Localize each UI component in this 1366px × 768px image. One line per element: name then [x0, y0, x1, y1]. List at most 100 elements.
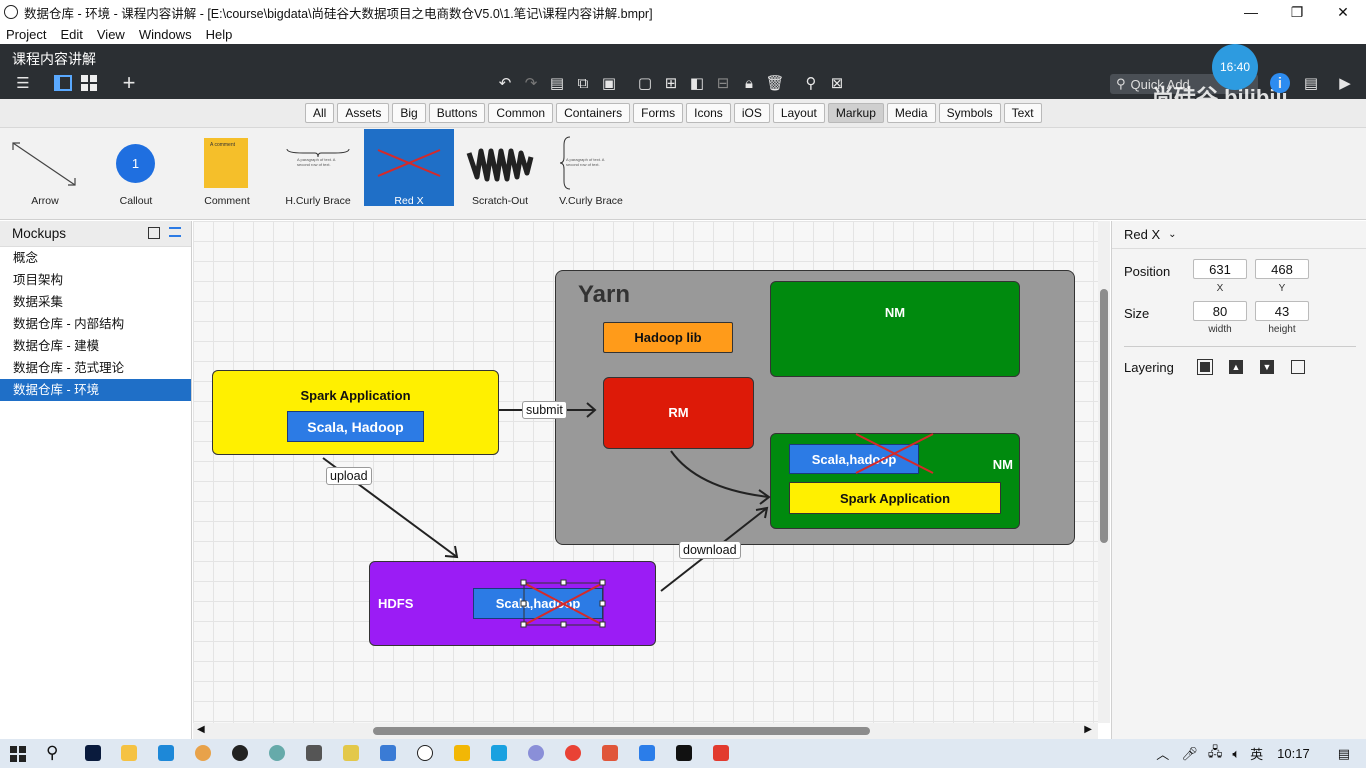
library-item-callout[interactable]: 1 Callout — [91, 129, 181, 207]
app-icon[interactable] — [454, 745, 470, 761]
filter-tab-media[interactable]: Media — [886, 103, 936, 123]
download-label[interactable]: download — [679, 541, 741, 559]
list-view-icon[interactable] — [169, 227, 181, 237]
restore-button[interactable]: ❐ — [1274, 0, 1320, 24]
library-item-comment[interactable]: A comment Comment — [182, 129, 272, 207]
chevron-up-icon[interactable]: ︿ — [1156, 744, 1169, 763]
app-icon[interactable] — [380, 745, 396, 761]
square-view-icon[interactable] — [148, 227, 160, 239]
filter-tab-symbols[interactable]: Symbols — [938, 103, 1001, 123]
app-icon[interactable] — [528, 745, 544, 761]
app-icon[interactable] — [232, 745, 248, 761]
size-width-field[interactable]: 80 — [1193, 301, 1247, 321]
paste-icon[interactable]: ▣ — [598, 72, 620, 94]
send-to-back-icon[interactable] — [1291, 360, 1305, 374]
wps-icon[interactable] — [713, 745, 729, 761]
mockup-canvas[interactable]: Yarn Hadoop lib NM RM NM Scala,hadoop Sp… — [193, 221, 1098, 723]
menu-help[interactable]: Help — [206, 27, 233, 42]
intellij-icon[interactable] — [676, 745, 692, 761]
filter-tab-forms[interactable]: Forms — [633, 103, 684, 123]
nm-scala-hadoop-button[interactable]: Scala,hadoop — [789, 444, 919, 474]
canvas-vertical-scrollbar[interactable] — [1098, 221, 1110, 723]
filter-tab-buttons[interactable]: Buttons — [428, 103, 486, 123]
taskbar-clock[interactable]: 10:17 — [1277, 746, 1310, 761]
notification-icon[interactable]: ▤ — [1338, 746, 1350, 762]
close-button[interactable]: ✕ — [1320, 0, 1366, 24]
chrome-icon[interactable] — [565, 745, 581, 761]
menu-view[interactable]: View — [97, 27, 125, 42]
position-x-field[interactable]: 631 — [1193, 259, 1247, 279]
filter-tab-text[interactable]: Text — [1003, 103, 1042, 123]
search-icon[interactable]: ⚲ — [46, 743, 58, 763]
mockup-item-selected[interactable]: 数据仓库 - 环境 — [0, 379, 191, 401]
filter-tab-icons[interactable]: Icons — [686, 103, 731, 123]
nm-top-box[interactable]: NM — [770, 281, 1020, 377]
bring-forward-icon[interactable]: ▲ — [1229, 360, 1243, 374]
mockup-item[interactable]: 数据采集 — [0, 291, 191, 313]
mockup-item[interactable]: 数据仓库 - 建模 — [0, 335, 191, 357]
scroll-left-icon[interactable]: ◀ — [197, 724, 205, 735]
filter-tab-layout[interactable]: Layout — [772, 103, 825, 123]
app-icon[interactable] — [195, 745, 211, 761]
windows-start-icon[interactable] — [10, 746, 26, 762]
properties-panel-icon[interactable]: ▤ — [1300, 72, 1322, 94]
position-y-field[interactable]: 468 — [1255, 259, 1309, 279]
app-icon[interactable] — [158, 745, 174, 761]
mockup-item[interactable]: 项目架构 — [0, 269, 191, 291]
search-icon[interactable]: ⚲ — [800, 72, 822, 94]
scroll-right-icon[interactable]: ▶ — [1084, 724, 1092, 735]
menu-edit[interactable]: Edit — [60, 27, 82, 42]
spark-scala-hadoop-button[interactable]: Scala, Hadoop — [287, 411, 424, 442]
library-item-scratch-out[interactable]: Scratch-Out — [455, 129, 545, 207]
nm-spark-application-box[interactable]: Spark Application — [789, 482, 1001, 514]
volume-icon[interactable]: 🔈︎ — [1232, 746, 1240, 762]
menu-project[interactable]: Project — [6, 27, 46, 42]
ime-indicator[interactable]: 英 — [1250, 744, 1263, 763]
app-icon[interactable] — [602, 745, 618, 761]
present-icon[interactable]: ▶ — [1334, 72, 1356, 94]
app-icon[interactable] — [491, 745, 507, 761]
network-icon[interactable]: 🖧︎ — [1208, 743, 1223, 765]
hdfs-scala-hadoop-button[interactable]: Scala,hadoop — [473, 588, 603, 619]
bring-to-front-icon[interactable] — [1197, 359, 1213, 375]
filter-tab-all[interactable]: All — [305, 103, 335, 123]
upload-label[interactable]: upload — [326, 467, 372, 485]
send-backward-icon[interactable]: ▼ — [1260, 360, 1274, 374]
undo-icon[interactable]: ↶ — [494, 72, 516, 94]
filter-tab-assets[interactable]: Assets — [337, 103, 390, 123]
file-explorer-icon[interactable] — [121, 745, 137, 761]
add-mockup-icon[interactable]: + — [118, 70, 140, 95]
app-icon[interactable] — [306, 745, 322, 761]
group-icon[interactable]: ▢ — [634, 72, 656, 94]
library-item-v-curly-brace[interactable]: A paragraph of text. A second row of tex… — [546, 129, 636, 207]
lock-icon[interactable]: 🔒︎ — [738, 72, 760, 94]
align-icon[interactable]: ⊟ — [712, 72, 734, 94]
menu-windows[interactable]: Windows — [139, 27, 192, 42]
microphone-icon[interactable]: 🎤︎ — [1181, 746, 1198, 762]
ungroup-icon[interactable]: ⊞ — [660, 72, 682, 94]
grid-view-icon[interactable] — [78, 72, 100, 94]
balsamiq-icon[interactable] — [417, 745, 433, 761]
app-icon[interactable] — [269, 745, 285, 761]
filter-tab-big[interactable]: Big — [392, 103, 426, 123]
library-item-h-curly-brace[interactable]: A paragraph of text. A second row of tex… — [273, 129, 363, 207]
clipboard-icon[interactable]: ▤ — [546, 72, 568, 94]
copy-icon[interactable]: ⧉ — [572, 72, 594, 94]
fullscreen-icon[interactable]: ⊠ — [826, 72, 848, 94]
app-icon[interactable] — [639, 745, 655, 761]
single-view-icon[interactable] — [52, 72, 74, 94]
vertical-scroll-thumb[interactable] — [1100, 289, 1108, 543]
filter-tab-common[interactable]: Common — [488, 103, 554, 123]
mockup-item[interactable]: 数据仓库 - 范式理论 — [0, 357, 191, 379]
photoshop-icon[interactable] — [85, 745, 101, 761]
library-item-red-x[interactable]: Red X — [364, 129, 454, 207]
hadoop-lib-box[interactable]: Hadoop lib — [603, 322, 733, 353]
properties-header[interactable]: Red X ⌄ — [1112, 221, 1366, 249]
filter-tab-containers[interactable]: Containers — [556, 103, 631, 123]
filter-tab-markup[interactable]: Markup — [827, 103, 884, 123]
redo-icon[interactable]: ↷ — [520, 72, 542, 94]
info-icon[interactable]: i — [1270, 73, 1290, 93]
mockup-item[interactable]: 数据仓库 - 内部结构 — [0, 313, 191, 335]
notepad-icon[interactable] — [343, 745, 359, 761]
hamburger-menu-icon[interactable]: ☰ — [12, 72, 34, 94]
